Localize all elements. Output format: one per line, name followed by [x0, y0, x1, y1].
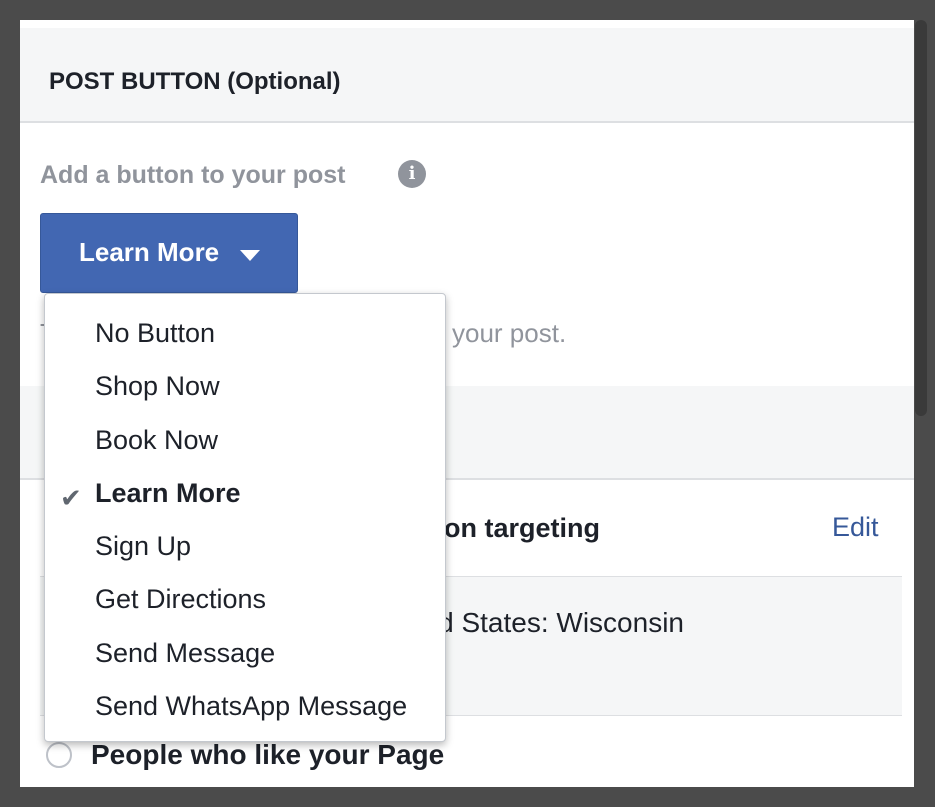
button-type-dropdown: No Button Shop Now Book Now ✔ Learn More…	[44, 293, 446, 742]
section-title: POST BUTTON (Optional)	[49, 68, 341, 95]
menu-item-label: Send WhatsApp Message	[95, 691, 408, 722]
menu-item-label: Send Message	[95, 637, 276, 668]
scrollbar-thumb[interactable]	[915, 20, 927, 416]
audience-radio[interactable]	[46, 742, 72, 768]
button-type-label: Learn More	[79, 237, 220, 267]
menu-item-shop-now[interactable]: Shop Now	[45, 365, 445, 418]
menu-item-label: Shop Now	[95, 371, 220, 402]
edit-targeting-link[interactable]: Edit	[832, 512, 879, 543]
menu-item-label: No Button	[95, 318, 216, 348]
info-icon[interactable]: i	[398, 160, 426, 188]
menu-item-book-now[interactable]: Book Now	[45, 419, 445, 472]
checkmark-icon: ✔	[60, 483, 82, 514]
dropdown-list: No Button Shop Now Book Now ✔ Learn More…	[45, 312, 445, 738]
post-button-section-header: POST BUTTON (Optional)	[20, 28, 914, 123]
audience-radio-label: People who like your Page	[91, 739, 445, 770]
menu-item-send-message[interactable]: Send Message	[45, 632, 445, 685]
button-type-select[interactable]: Learn More	[40, 213, 298, 293]
menu-item-label: Get Directions	[95, 584, 267, 615]
add-button-label: Add a button to your post	[40, 161, 346, 189]
menu-item-sign-up[interactable]: Sign Up	[45, 525, 445, 578]
menu-item-label: Book Now	[95, 424, 219, 455]
caret-down-icon	[240, 250, 260, 261]
menu-item-label: Sign Up	[95, 531, 192, 562]
menu-item-no-button[interactable]: No Button	[45, 312, 445, 365]
helper-text-end: your post.	[452, 318, 567, 348]
menu-item-label: Learn More	[95, 477, 241, 508]
menu-item-get-directions[interactable]: Get Directions	[45, 578, 445, 631]
menu-item-send-whatsapp-message[interactable]: Send WhatsApp Message	[45, 685, 445, 738]
menu-item-learn-more[interactable]: ✔ Learn More	[45, 472, 445, 525]
